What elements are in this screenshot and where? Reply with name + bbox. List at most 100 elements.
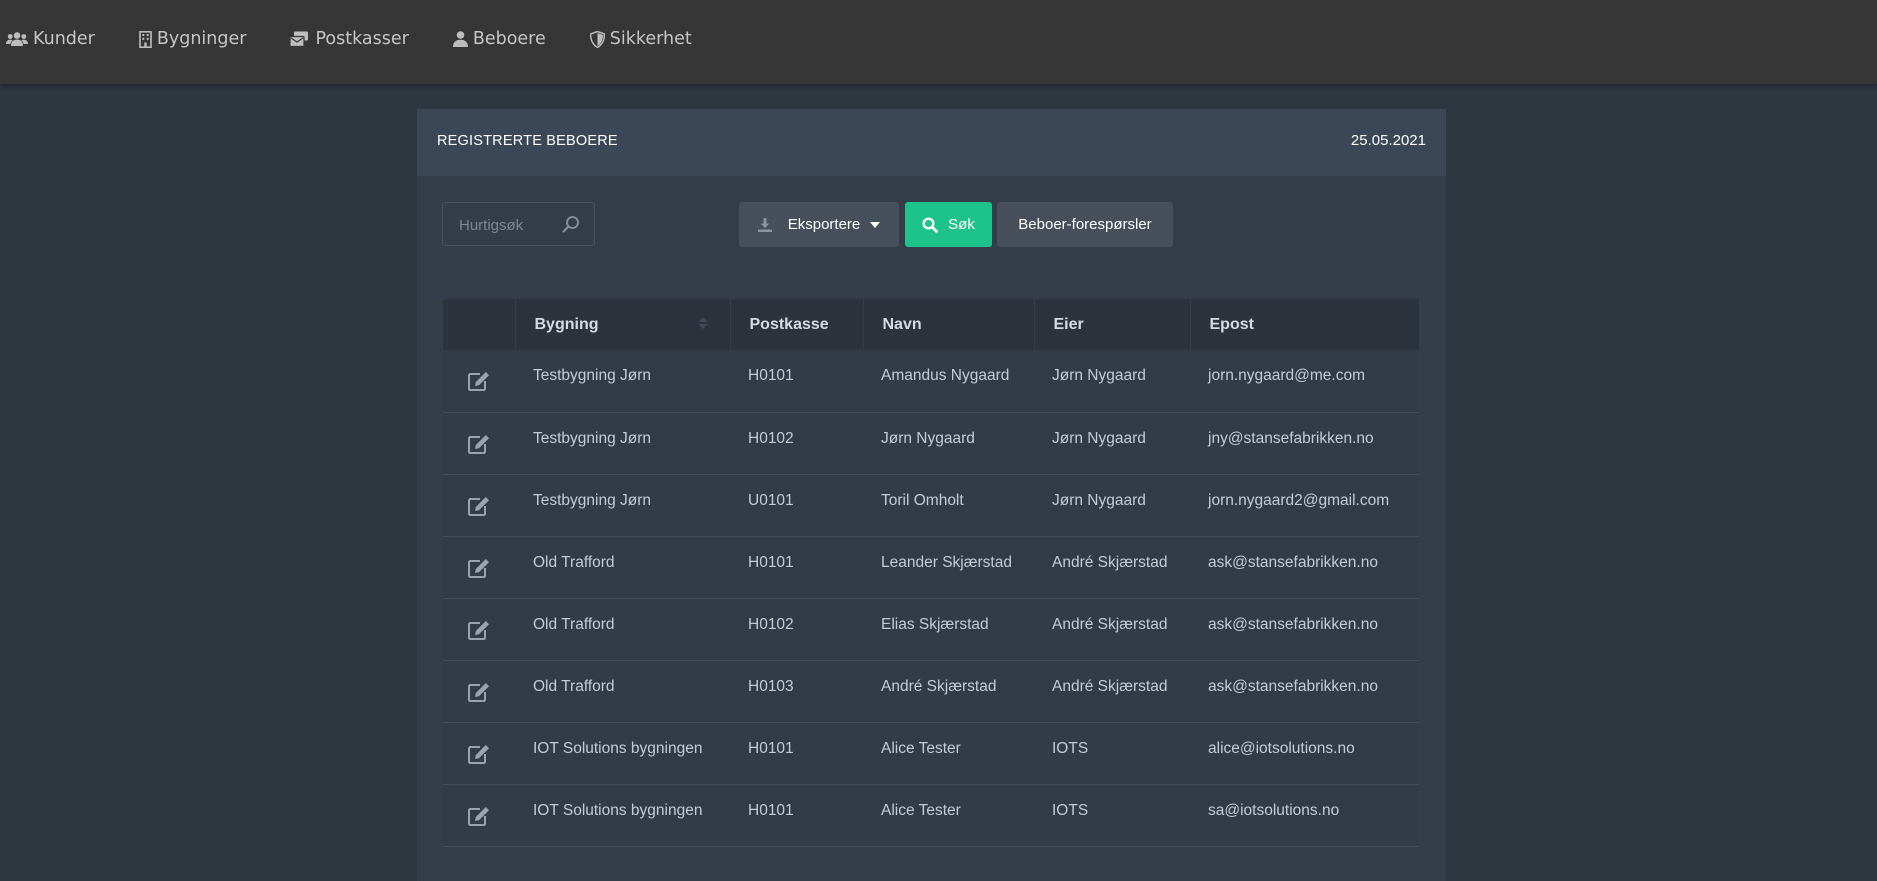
resident-requests-label: Beboer-forespørsler xyxy=(1018,216,1152,233)
edit-cell[interactable] xyxy=(443,784,515,846)
top-navbar: Kunder Bygninger Postkasser Beboere Sikk… xyxy=(0,0,1877,84)
cell-postkasse: H0103 xyxy=(748,677,794,695)
edit-cell[interactable] xyxy=(443,722,515,784)
column-header-bygning[interactable]: Bygning xyxy=(515,299,731,350)
users-icon xyxy=(6,32,28,46)
cell-epost: ask@stansefabrikken.no xyxy=(1208,677,1378,695)
search-button-label: Søk xyxy=(948,216,975,233)
column-header-edit xyxy=(443,299,516,350)
cell-navn: Leander Skjærstad xyxy=(881,553,1012,571)
table-row: Old Trafford H0102 Elias Skjærstad André Sk… xyxy=(443,598,1419,660)
cell-navn: Elias Skjærstad xyxy=(881,615,989,633)
cell-eier: André Skjærstad xyxy=(1052,553,1168,571)
cell-epost: jorn.nygaard2@gmail.com xyxy=(1208,491,1390,509)
cell-postkasse: H0101 xyxy=(748,367,794,384)
residents-table: Bygning Postkasse Navn Eier Epost Testby… xyxy=(443,299,1419,847)
column-header-epost[interactable]: Epost xyxy=(1190,299,1419,350)
card-header: REGISTRERTE BEBOERE 25.05.2021 xyxy=(417,109,1446,176)
table-row: Testbygning Jørn H0101 Amandus Nygaard Jørn… xyxy=(443,350,1419,412)
cell-navn: Jørn Nygaard xyxy=(881,429,975,447)
cell-epost: ask@stansefabrikken.no xyxy=(1208,615,1378,633)
edit-cell[interactable] xyxy=(443,474,515,536)
cell-bygning: Testbygning Jørn xyxy=(533,429,652,447)
edit-icon[interactable] xyxy=(468,558,490,578)
download-icon xyxy=(757,217,772,232)
cell-navn: Amandus Nygaard xyxy=(881,367,1010,384)
quick-search xyxy=(442,202,595,247)
nav-label-postkasser: Postkasser xyxy=(315,29,409,49)
edit-icon[interactable] xyxy=(468,744,490,764)
cell-epost: alice@iotsolutions.no xyxy=(1208,739,1355,757)
caret-down-icon xyxy=(870,221,881,228)
column-header-postkasse[interactable]: Postkasse xyxy=(730,299,864,350)
cell-postkasse: H0101 xyxy=(748,801,794,819)
table-row: IOT Solutions bygningen H0101 Alice Tester… xyxy=(443,784,1419,846)
resident-requests-button[interactable]: Beboer-forespørsler xyxy=(997,202,1173,247)
cell-bygning: IOT Solutions bygningen xyxy=(533,801,703,819)
cell-navn: Alice Tester xyxy=(881,801,961,819)
table-row: IOT Solutions bygningen H0101 Alice Tester… xyxy=(443,722,1419,784)
residents-card: REGISTRERTE BEBOERE 25.05.2021 Eksporter… xyxy=(417,109,1446,881)
edit-cell[interactable] xyxy=(443,350,515,412)
edit-cell[interactable] xyxy=(443,660,515,722)
search-icon xyxy=(922,216,939,233)
cell-eier: André Skjærstad xyxy=(1052,677,1168,695)
column-header-navn[interactable]: Navn xyxy=(863,299,1035,350)
cell-navn: Toril Omholt xyxy=(881,491,964,509)
cell-eier: Jørn Nygaard xyxy=(1052,491,1146,509)
cell-postkasse: H0101 xyxy=(748,553,794,571)
table-row: Testbygning Jørn U0101 Toril Omholt Jørn Ny… xyxy=(443,474,1419,536)
export-label: Eksportere xyxy=(787,216,861,233)
table-row: Testbygning Jørn H0102 Jørn Nygaard Jørn Ny… xyxy=(443,412,1419,474)
nav-item-postkasser[interactable]: Postkasser xyxy=(290,24,409,54)
cell-eier: IOTS xyxy=(1052,739,1089,757)
cell-postkasse: H0101 xyxy=(748,739,794,757)
cell-bygning: Testbygning Jørn xyxy=(533,491,652,509)
sort-icon[interactable] xyxy=(698,317,708,329)
cell-eier: André Skjærstad xyxy=(1052,615,1168,633)
nav-item-bygninger[interactable]: Bygninger xyxy=(139,24,246,54)
cell-epost: jny@stansefabrikken.no xyxy=(1208,429,1374,447)
nav-label-beboere: Beboere xyxy=(472,29,546,49)
table-row: Old Trafford H0101 Leander Skjærstad André … xyxy=(443,536,1419,598)
search-icon[interactable] xyxy=(562,215,580,233)
cell-postkasse: H0102 xyxy=(748,429,794,447)
cell-navn: André Skjærstad xyxy=(881,677,997,695)
cell-bygning: Old Trafford xyxy=(533,615,615,633)
card-date: 25.05.2021 xyxy=(1350,132,1426,149)
cell-eier: IOTS xyxy=(1052,801,1089,819)
cell-epost: jorn.nygaard@me.com xyxy=(1208,367,1366,384)
nav-item-kunder[interactable]: Kunder xyxy=(6,24,95,54)
cell-epost: sa@iotsolutions.no xyxy=(1208,801,1340,819)
user-icon xyxy=(452,31,468,47)
edit-cell[interactable] xyxy=(443,536,515,598)
column-header-eier[interactable]: Eier xyxy=(1034,299,1191,350)
mailbox-icon xyxy=(290,31,309,47)
cell-bygning: Old Trafford xyxy=(533,677,615,695)
quick-search-input[interactable] xyxy=(443,203,571,247)
nav-item-sikkerhet[interactable]: Sikkerhet xyxy=(589,24,692,54)
edit-icon[interactable] xyxy=(468,496,490,516)
edit-cell[interactable] xyxy=(443,412,515,474)
edit-icon[interactable] xyxy=(468,620,490,640)
cell-postkasse: H0102 xyxy=(748,615,794,633)
cell-eier: Jørn Nygaard xyxy=(1052,367,1146,384)
cell-bygning: Testbygning Jørn xyxy=(533,367,652,384)
edit-icon[interactable] xyxy=(468,682,490,702)
edit-icon[interactable] xyxy=(468,806,490,826)
column-header-bygning-label: Bygning xyxy=(534,315,599,333)
building-icon xyxy=(139,30,152,48)
export-button[interactable]: Eksportere xyxy=(739,202,899,247)
cell-bygning: IOT Solutions bygningen xyxy=(533,739,703,757)
cell-epost: ask@stansefabrikken.no xyxy=(1208,553,1378,571)
edit-icon[interactable] xyxy=(468,434,490,454)
edit-cell[interactable] xyxy=(443,598,515,660)
edit-icon[interactable] xyxy=(468,371,490,392)
cell-eier: Jørn Nygaard xyxy=(1052,429,1146,447)
nav-item-beboere[interactable]: Beboere xyxy=(452,24,546,54)
nav-menu: Kunder Bygninger Postkasser Beboere Sikk… xyxy=(6,24,736,54)
nav-label-kunder: Kunder xyxy=(33,29,95,49)
shield-icon xyxy=(589,30,605,48)
search-button[interactable]: Søk xyxy=(905,202,992,247)
cell-navn: Alice Tester xyxy=(881,739,961,757)
